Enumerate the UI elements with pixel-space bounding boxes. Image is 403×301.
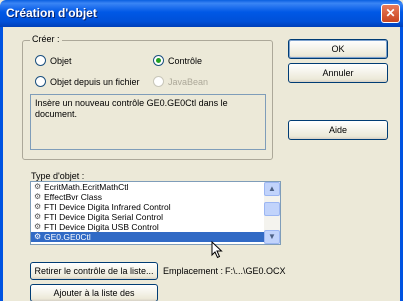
radio-objet[interactable]: Objet	[35, 55, 72, 66]
list-item-label: EcritMath.EcritMathCtl	[44, 182, 129, 192]
radio-objet-indicator	[35, 55, 46, 66]
location-label: Emplacement :	[163, 266, 224, 276]
ok-button[interactable]: OK	[288, 39, 388, 59]
description-box: Insère un nouveau contrôle GE0.GE0Ctl da…	[30, 94, 266, 150]
list-item-label: FTI Device Digita USB Control	[44, 222, 159, 232]
close-icon: ✕	[385, 6, 396, 20]
control-icon: ⚙	[34, 212, 42, 221]
type-list-label: Type d'objet :	[31, 171, 85, 181]
list-item-label: GE0.GE0Ctl	[44, 232, 91, 242]
list-item[interactable]: ⚙ FTI Device Digita Serial Control	[31, 212, 280, 222]
list-item-label: FTI Device Digita Infrared Control	[44, 202, 171, 212]
description-text: Insère un nouveau contrôle GE0.GE0Ctl da…	[35, 98, 228, 119]
radio-objet-fichier-indicator	[35, 76, 46, 87]
radio-objet-label: Objet	[50, 55, 72, 66]
cancel-button[interactable]: Annuler	[288, 63, 388, 83]
list-item[interactable]: ⚙ EffectBvr Class	[31, 192, 280, 202]
remove-control-button[interactable]: Retirer le contrôle de la liste...	[30, 262, 158, 280]
create-group-label: Créer :	[30, 34, 62, 44]
radio-javabean-indicator	[153, 76, 164, 87]
location-value: F:\...\GE0.OCX	[225, 266, 286, 276]
control-icon: ⚙	[34, 232, 42, 241]
list-item[interactable]: ⚙ FTI Device Digita USB Control	[31, 222, 280, 232]
radio-objet-fichier[interactable]: Objet depuis un fichier	[35, 76, 140, 87]
radio-javabean-label: JavaBean	[168, 76, 209, 87]
scroll-down-button[interactable]: ▼	[264, 230, 280, 244]
list-scrollbar[interactable]: ▲ ▼	[264, 182, 280, 244]
mouse-cursor-icon	[211, 241, 223, 259]
chevron-up-icon: ▲	[268, 184, 276, 193]
radio-controle-indicator	[153, 55, 164, 66]
close-button[interactable]: ✕	[381, 4, 400, 23]
control-icon: ⚙	[34, 222, 42, 231]
control-icon: ⚙	[34, 192, 42, 201]
chevron-down-icon: ▼	[268, 232, 276, 241]
object-type-list[interactable]: ⚙ EcritMath.EcritMathCtl ⚙ EffectBvr Class…	[30, 181, 281, 245]
help-button[interactable]: Aide	[288, 120, 388, 140]
list-item-label: FTI Device Digita Serial Control	[44, 212, 164, 222]
list-item[interactable]: ⚙ EcritMath.EcritMathCtl	[31, 182, 280, 192]
scroll-up-button[interactable]: ▲	[264, 182, 280, 196]
radio-javabean: JavaBean	[153, 76, 208, 87]
title-bar[interactable]: Création d'objet ✕	[0, 0, 403, 27]
radio-controle-label: Contrôle	[168, 55, 203, 66]
control-icon: ⚙	[34, 182, 42, 191]
radio-objet-fichier-label: Objet depuis un fichier	[50, 76, 140, 87]
add-control-button[interactable]: Ajouter à la liste des contrôles...	[30, 284, 158, 301]
scroll-thumb[interactable]	[264, 202, 280, 216]
radio-controle[interactable]: Contrôle	[153, 55, 202, 66]
list-item-selected[interactable]: ⚙ GE0.GE0Ctl	[31, 232, 280, 242]
list-item[interactable]: ⚙ FTI Device Digita Infrared Control	[31, 202, 280, 212]
list-item-label: EffectBvr Class	[44, 192, 102, 202]
dialog-title: Création d'objet	[6, 6, 97, 20]
control-icon: ⚙	[34, 202, 42, 211]
